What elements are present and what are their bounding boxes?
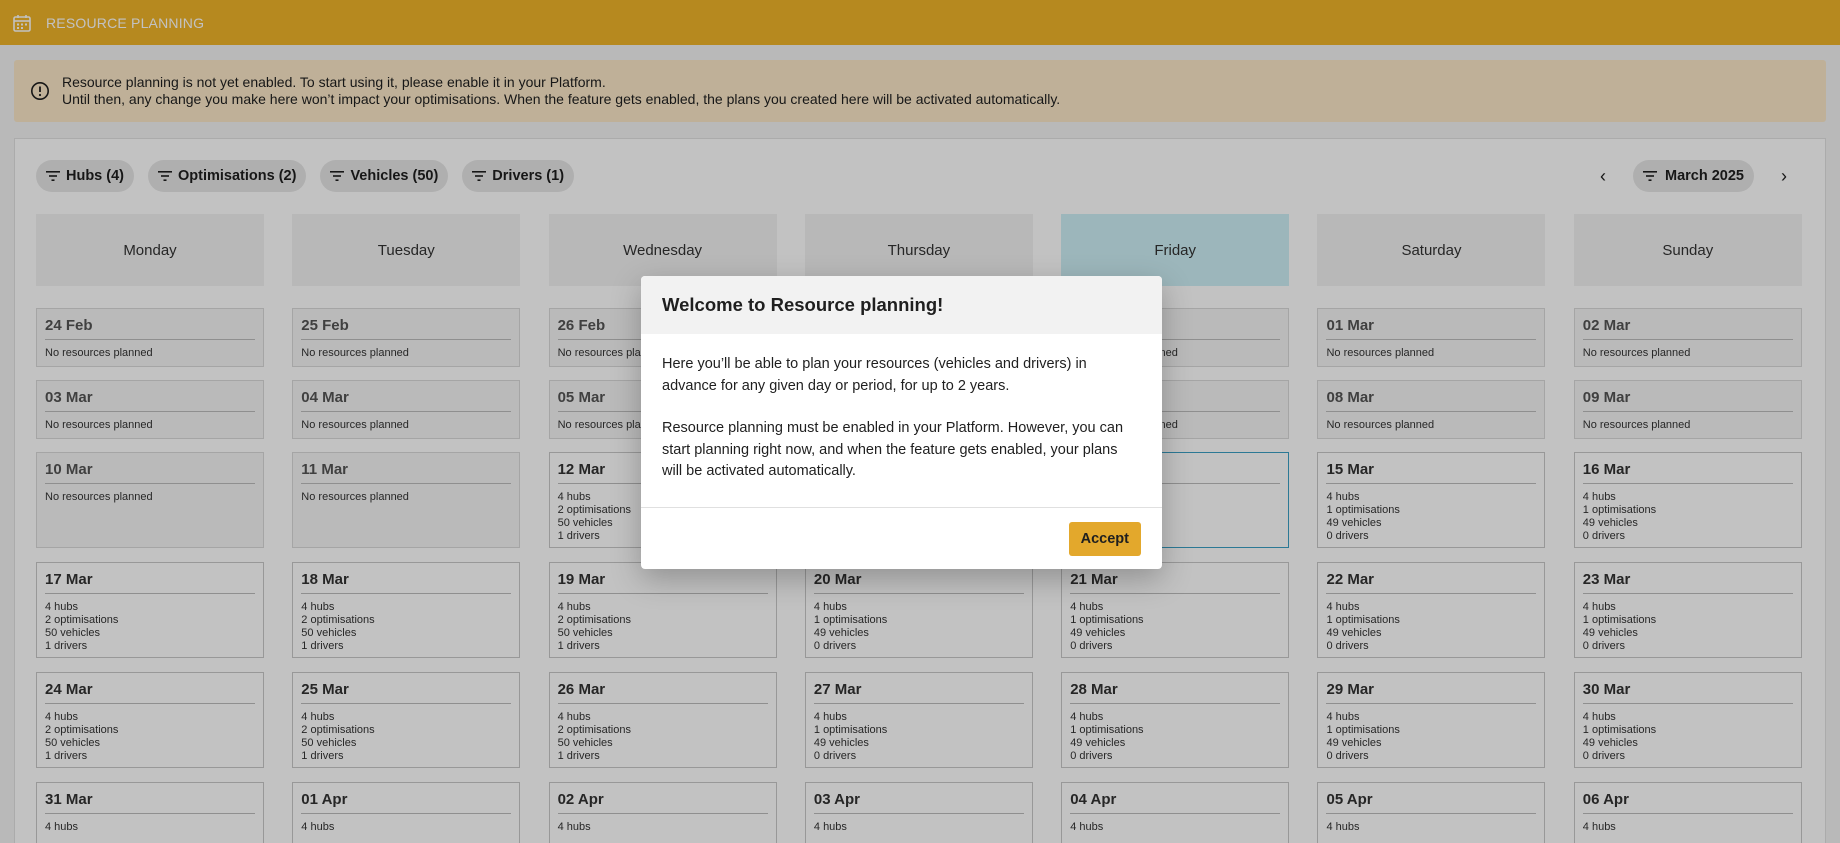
accept-button[interactable]: Accept — [1068, 521, 1141, 556]
dialog-body: Here you’ll be able to plan your resourc… — [641, 334, 1162, 507]
dialog-paragraph-2: Resource planning must be enabled in you… — [662, 420, 1124, 479]
welcome-dialog: Welcome to Resource planning! Here you’l… — [641, 276, 1162, 569]
dialog-paragraph-1: Here you’ll be able to plan your resourc… — [662, 356, 1087, 394]
dialog-title: Welcome to Resource planning! — [641, 276, 1162, 334]
dialog-footer: Accept — [641, 507, 1162, 569]
